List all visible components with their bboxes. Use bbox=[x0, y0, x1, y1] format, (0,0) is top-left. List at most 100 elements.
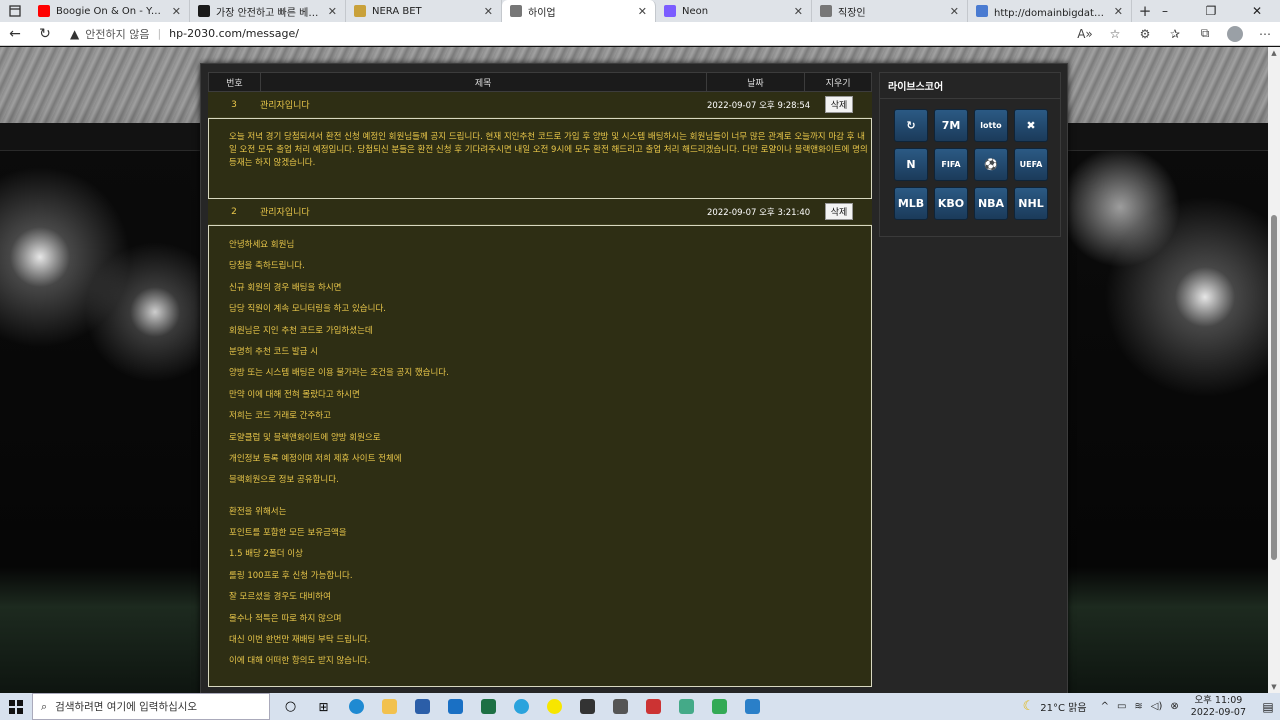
message-line: 이에 대해 어떠한 항의도 받지 않습니다. bbox=[229, 656, 371, 667]
board-header: 번호 제목 날짜 지우기 bbox=[208, 72, 872, 92]
delete-button[interactable]: 삭제 bbox=[824, 96, 854, 113]
message-row[interactable]: 2 관리자입니다 2022-09-07 오후 3:21:40 삭제 bbox=[208, 199, 872, 225]
close-window-button[interactable]: ✕ bbox=[1234, 0, 1280, 22]
message-title[interactable]: 관리자입니다 bbox=[260, 98, 707, 111]
refresh-button[interactable]: ↻ bbox=[30, 22, 60, 46]
livescore-refresh-icon[interactable]: ↻ bbox=[894, 109, 928, 142]
taskbar-clock[interactable]: 오후 11:09 2022-09-07 bbox=[1191, 695, 1246, 719]
champions-league-icon[interactable]: ⚽ bbox=[974, 148, 1008, 181]
favorite-icon[interactable]: ☆ bbox=[1100, 22, 1130, 46]
mlb-icon[interactable]: MLB bbox=[894, 187, 928, 220]
browser-tab[interactable]: 하이업 ✕ bbox=[502, 0, 656, 22]
warning-icon: ▲ bbox=[70, 26, 80, 41]
notification-icon[interactable]: ▤ bbox=[1256, 700, 1280, 714]
url-text[interactable]: hp-2030.com/message/ bbox=[169, 27, 299, 40]
mail-icon[interactable] bbox=[439, 693, 472, 720]
browser-tab[interactable]: 직장인 ✕ bbox=[812, 0, 968, 22]
header-date: 날짜 bbox=[707, 73, 806, 91]
lotto-icon[interactable]: lotto bbox=[974, 109, 1008, 142]
scroll-down-arrow[interactable]: ▼ bbox=[1268, 681, 1280, 693]
uefa-icon[interactable]: UEFA bbox=[1014, 148, 1048, 181]
favorites-bar-icon[interactable]: ✰ bbox=[1160, 22, 1190, 46]
message-body: 오늘 저녁 경기 당첨되셔서 환전 신청 예정인 회원님들께 공지 드립니다. … bbox=[208, 118, 872, 199]
kakaotalk-icon[interactable] bbox=[538, 693, 571, 720]
calculator-icon[interactable] bbox=[604, 693, 637, 720]
nba-icon[interactable]: NBA bbox=[974, 187, 1008, 220]
delete-button[interactable]: 삭제 bbox=[824, 203, 854, 220]
scroll-thumb[interactable] bbox=[1271, 215, 1277, 560]
browser-tab[interactable]: NERA BET ✕ bbox=[346, 0, 502, 22]
widgets-icon[interactable]: ⊞ bbox=[307, 693, 340, 720]
network-icon[interactable]: ▭ bbox=[1117, 701, 1126, 712]
file-explorer-icon[interactable] bbox=[373, 693, 406, 720]
start-button[interactable] bbox=[0, 693, 32, 720]
restore-button[interactable]: ❐ bbox=[1188, 0, 1234, 22]
tab-actions-icon bbox=[9, 5, 21, 17]
nhl-icon[interactable]: NHL bbox=[1014, 187, 1048, 220]
message-row[interactable]: 3 관리자입니다 2022-09-07 오후 9:28:54 삭제 bbox=[208, 92, 872, 118]
paint-icon[interactable] bbox=[637, 693, 670, 720]
tab-actions-menu-button[interactable] bbox=[0, 0, 30, 22]
message-line: 회원님은 지인 추천 코드로 가입하셨는데 bbox=[229, 325, 373, 336]
close-tab-icon[interactable]: ✕ bbox=[950, 5, 959, 18]
app-icon[interactable] bbox=[571, 693, 604, 720]
store-icon[interactable] bbox=[406, 693, 439, 720]
close-tab-icon[interactable]: ✕ bbox=[1114, 5, 1123, 18]
message-body: 안녕하세요 회원님 당첨을 축하드립니다. 신규 회원의 경우 배팅을 하시면 담당 … bbox=[208, 225, 872, 687]
volume-icon[interactable]: ◁) bbox=[1151, 701, 1163, 712]
message-line: 몰수나 적특은 따로 하지 않으며 bbox=[229, 613, 342, 624]
app-icon[interactable] bbox=[670, 693, 703, 720]
close-tab-icon[interactable]: ✕ bbox=[172, 5, 181, 18]
page-scrollbar[interactable]: ▲ ▼ bbox=[1268, 47, 1280, 693]
close-tab-icon[interactable]: ✕ bbox=[794, 5, 803, 18]
excel-icon[interactable] bbox=[472, 693, 505, 720]
message-line: 양방 또는 시스템 배팅은 이용 불가라는 조건을 공지 했습니다. bbox=[229, 368, 449, 379]
message-line: 포인트를 포함한 모든 보유금액을 bbox=[229, 528, 347, 539]
taskbar-search[interactable]: ⌕ 검색하려면 여기에 입력하십시오 bbox=[32, 693, 270, 720]
message-date: 2022-09-07 오후 3:21:40 bbox=[707, 207, 811, 218]
message-title[interactable]: 관리자입니다 bbox=[260, 205, 707, 218]
tab-label: 직장인 bbox=[838, 7, 866, 19]
browser-tab[interactable]: Boogie On & On - YouTube ✕ bbox=[30, 0, 190, 22]
close-tab-icon[interactable]: ✕ bbox=[328, 5, 337, 18]
back-button[interactable]: ← bbox=[0, 22, 30, 46]
wifi-icon[interactable]: ≋ bbox=[1134, 701, 1142, 712]
close-tab-icon[interactable]: ✕ bbox=[484, 5, 493, 18]
message-line: 분명히 추천 코드 발급 시 bbox=[229, 346, 319, 357]
webpage: 번호 제목 날짜 지우기 3 관리자입니다 2022-09-07 오후 9:28… bbox=[0, 47, 1280, 693]
kbo-icon[interactable]: KBO bbox=[934, 187, 968, 220]
crossed-balls-icon[interactable]: ✖ bbox=[1014, 109, 1048, 142]
task-view-icon[interactable]: ○ bbox=[274, 693, 307, 720]
message-number: 3 bbox=[231, 99, 237, 110]
minimize-button[interactable]: – bbox=[1142, 0, 1188, 22]
browser-tab[interactable]: 가장 안전하고 빠른 베팅 | WBC ✕ bbox=[190, 0, 346, 22]
telegram-icon[interactable] bbox=[505, 693, 538, 720]
app-icon[interactable] bbox=[703, 693, 736, 720]
page-icon bbox=[510, 5, 522, 17]
edge-icon[interactable] bbox=[340, 693, 373, 720]
browser-tab[interactable]: Neon ✕ bbox=[656, 0, 812, 22]
read-aloud-icon[interactable]: A» bbox=[1070, 22, 1100, 46]
live-score-grid: ↻ 7M lotto ✖ N FIFA ⚽ UEFA MLB KBO NBA NHL bbox=[880, 99, 1060, 220]
naver-icon[interactable]: N bbox=[894, 148, 928, 181]
moon-icon: ☾ bbox=[1022, 699, 1035, 714]
extensions-icon[interactable]: ⚙ bbox=[1130, 22, 1160, 46]
profile-avatar[interactable] bbox=[1227, 25, 1243, 42]
fifa-icon[interactable]: FIFA bbox=[934, 148, 968, 181]
photos-icon[interactable] bbox=[736, 693, 769, 720]
address-bar[interactable]: ▲ 안전하지 않음 | hp-2030.com/message/ bbox=[70, 26, 299, 42]
chevron-up-icon[interactable]: ^ bbox=[1101, 701, 1109, 712]
more-menu-icon[interactable]: ⋯ bbox=[1250, 22, 1280, 46]
windows-logo-icon bbox=[9, 699, 23, 714]
taskbar-search-placeholder: 검색하려면 여기에 입력하십시오 bbox=[55, 701, 198, 713]
tab-label: 가장 안전하고 빠른 베팅 | WBC bbox=[216, 7, 322, 19]
7m-icon[interactable]: 7M bbox=[934, 109, 968, 142]
youtube-icon bbox=[38, 5, 50, 17]
scroll-up-arrow[interactable]: ▲ bbox=[1268, 47, 1280, 59]
live-score-title: 라이브스코어 bbox=[880, 73, 1060, 99]
browser-tab[interactable]: http://domainbigdata.com - 김 ✕ bbox=[968, 0, 1132, 22]
status-icon[interactable]: ⊗ bbox=[1170, 701, 1178, 712]
collections-icon[interactable]: ⧉ bbox=[1190, 22, 1220, 46]
close-tab-icon[interactable]: ✕ bbox=[638, 5, 647, 18]
weather-widget[interactable]: ☾ 21°C 맑음 bbox=[1023, 699, 1087, 714]
